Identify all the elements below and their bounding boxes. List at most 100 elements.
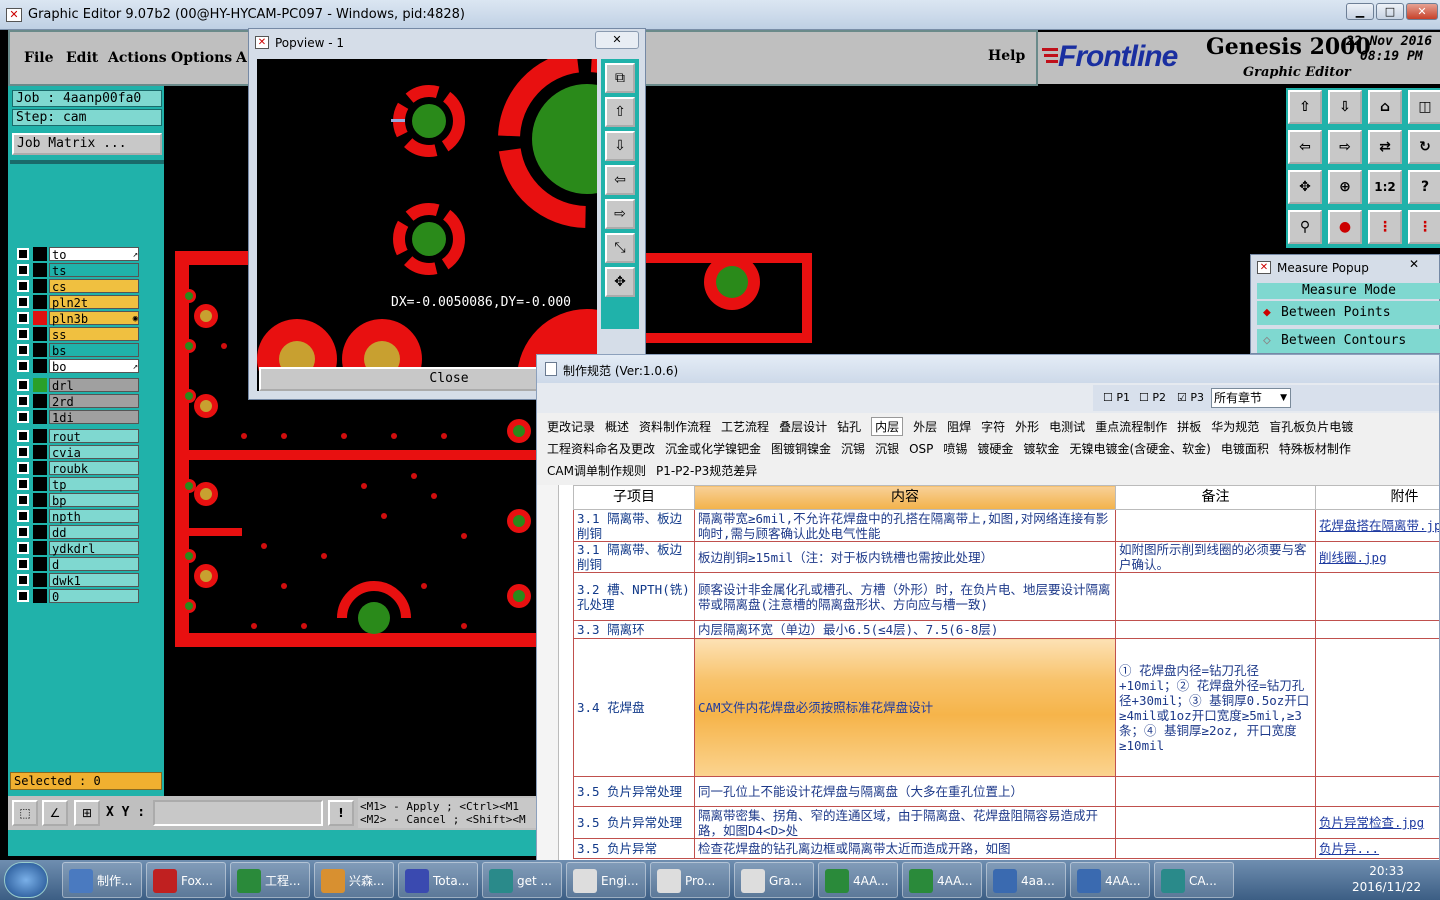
menu-actions[interactable]: Actions xyxy=(108,50,167,66)
swap-icon[interactable]: ⇄ xyxy=(1368,130,1402,164)
p1-checkbox[interactable]: ☐ P1 xyxy=(1103,391,1130,404)
tab-电镀面积[interactable]: 电镀面积 xyxy=(1221,440,1269,457)
layer-color-swatch[interactable] xyxy=(33,359,47,373)
layer-checkbox[interactable] xyxy=(17,312,29,324)
layer-color-swatch[interactable] xyxy=(33,429,47,443)
popview-close-x[interactable]: ✕ xyxy=(595,31,639,49)
layer-row-ss[interactable]: ss xyxy=(14,326,139,342)
layer-row-pln3b[interactable]: pln3b ◉ xyxy=(14,310,139,326)
layer-name[interactable]: roubk xyxy=(49,461,139,476)
probe-icon[interactable]: ● xyxy=(1328,210,1362,244)
table-row[interactable]: 3.5 负片异常处理 隔离带密集、拐角、窄的连通区域，由于隔离盘、花焊盘阻隔容易造… xyxy=(573,806,1439,839)
tab-钻孔[interactable]: 钻孔 xyxy=(837,418,861,435)
layer-checkbox[interactable] xyxy=(17,494,29,506)
tab-工程资料命名及更改[interactable]: 工程资料命名及更改 xyxy=(547,440,655,457)
layer-checkbox[interactable] xyxy=(17,446,29,458)
layer-color-swatch[interactable] xyxy=(33,247,47,261)
layer-color-swatch[interactable] xyxy=(33,295,47,309)
header-attach[interactable]: 附件 xyxy=(1315,485,1439,510)
job-matrix-button[interactable]: Job Matrix ... xyxy=(12,133,162,155)
layer-color-swatch[interactable] xyxy=(33,263,47,277)
cell-content[interactable]: 同一孔位上不能设计花焊盘与隔离盘（大多在重孔位置上） xyxy=(694,776,1116,807)
layer-row-rout[interactable]: rout xyxy=(14,428,139,444)
layer-name[interactable]: 1di xyxy=(49,410,139,425)
cell-attach[interactable]: 负片异... xyxy=(1315,838,1439,859)
scale-1-2-icon[interactable]: 1:2 xyxy=(1368,170,1402,204)
layer-name[interactable]: rout xyxy=(49,429,139,444)
layer-checkbox[interactable] xyxy=(17,510,29,522)
step-field[interactable]: Step: cam xyxy=(12,109,162,126)
taskbar-item[interactable]: 工程... xyxy=(230,862,310,898)
help-icon[interactable]: ? xyxy=(1408,170,1440,204)
cell-note[interactable] xyxy=(1115,620,1316,639)
cell-content[interactable]: 隔离带宽≥6mil,不允许花焊盘中的孔搭在隔离带上,如图,对网络连接有影响时,需… xyxy=(694,509,1116,542)
layer-checkbox[interactable] xyxy=(17,478,29,490)
net-alt-icon[interactable]: ⋮ xyxy=(1408,210,1440,244)
pan-down-tool-icon[interactable]: ⇩ xyxy=(1328,90,1362,124)
between-contours-option[interactable]: ◇ Between Contours xyxy=(1257,329,1440,353)
layer-row-bs[interactable]: bs xyxy=(14,342,139,358)
grid-tool-icon[interactable]: ⊞ xyxy=(74,800,100,826)
tab-CAM调单制作规则[interactable]: CAM调单制作规则 xyxy=(547,462,646,479)
table-row[interactable]: 3.1 隔离带、板边削铜 隔离带宽≥6mil,不允许花焊盘中的孔搭在隔离带上,如图… xyxy=(573,509,1439,542)
table-row[interactable]: 3.4 花焊盘 CAM文件内花焊盘必须按照标准花焊盘设计 ① 花焊盘内径=钻刀孔径+… xyxy=(573,638,1439,777)
cell-note[interactable] xyxy=(1115,806,1316,839)
taskbar-item[interactable]: get ... xyxy=(482,862,562,898)
header-sub[interactable]: 子项目 xyxy=(573,485,695,510)
layer-row-bp[interactable]: bp xyxy=(14,492,139,508)
layer-checkbox[interactable] xyxy=(17,296,29,308)
cell-sub[interactable]: 3.5 负片异常处理 xyxy=(573,806,695,839)
snap-tool-icon[interactable]: ⬚ xyxy=(12,800,38,826)
cell-sub[interactable]: 3.5 负片异常 xyxy=(573,838,695,859)
angle-tool-icon[interactable]: ∠ xyxy=(42,800,68,826)
table-row[interactable]: 3.1 隔离带、板边削铜 板边削铜≥15mil（注：对于板内铣槽也需按此处理） 如附… xyxy=(573,541,1439,573)
tab-字符[interactable]: 字符 xyxy=(981,418,1005,435)
layer-checkbox[interactable] xyxy=(17,264,29,276)
p3-checkbox[interactable]: ☑ P3 xyxy=(1177,391,1204,404)
layer-row-ts[interactable]: ts xyxy=(14,262,139,278)
menu-a[interactable]: A xyxy=(236,50,247,66)
layer-color-swatch[interactable] xyxy=(33,378,47,392)
layer-row-npth[interactable]: npth xyxy=(14,508,139,524)
cell-content[interactable]: 隔离带密集、拐角、窄的连通区域，由于隔离盘、花焊盘阻隔容易造成开路，如图D4<D… xyxy=(694,806,1116,839)
layer-name[interactable]: pln3b ◉ xyxy=(49,311,139,326)
cell-note[interactable]: 如附图所示削到线圈的必须要与客户确认。 xyxy=(1115,541,1316,573)
cell-attach[interactable] xyxy=(1315,572,1439,621)
layer-checkbox[interactable] xyxy=(17,462,29,474)
cell-note[interactable]: ① 花焊盘内径=钻刀孔径+10mil；② 花焊盘外径=钻刀孔径+30mil；③ … xyxy=(1115,638,1316,777)
cell-content[interactable]: 内层隔离环宽（单边）最小6.5(≤4层)、7.5(6-8层) xyxy=(694,620,1116,639)
taskbar-item[interactable]: Pro... xyxy=(650,862,730,898)
maximize-button[interactable]: □ xyxy=(1376,3,1404,20)
taskbar-item[interactable]: Engi... xyxy=(566,862,646,898)
measure-close-x[interactable]: ✕ xyxy=(1409,257,1419,271)
cell-attach[interactable]: 负片异常检查.jpg xyxy=(1315,806,1439,839)
table-row[interactable]: 3.5 负片异常处理 同一孔位上不能设计花焊盘与隔离盘（大多在重孔位置上） xyxy=(573,776,1439,807)
p2-checkbox[interactable]: ☐ P2 xyxy=(1139,391,1166,404)
layer-checkbox[interactable] xyxy=(17,280,29,292)
taskbar-item[interactable]: 4AA... xyxy=(902,862,982,898)
tab-外形[interactable]: 外形 xyxy=(1015,418,1039,435)
layer-checkbox[interactable] xyxy=(17,379,29,391)
layer-name[interactable]: bo ↗ xyxy=(49,359,139,374)
layer-name[interactable]: pln2t xyxy=(49,295,139,310)
layer-color-swatch[interactable] xyxy=(33,477,47,491)
zoom-fit-tool-icon[interactable]: ✥ xyxy=(1288,170,1322,204)
layer-name[interactable]: bs xyxy=(49,343,139,358)
layer-checkbox[interactable] xyxy=(17,411,29,423)
layer-name[interactable]: npth xyxy=(49,509,139,524)
taskbar-item[interactable]: Tota... xyxy=(398,862,478,898)
layer-name[interactable]: 2rd xyxy=(49,394,139,409)
table-row[interactable]: 3.3 隔离环 内层隔离环宽（单边）最小6.5(≤4层)、7.5(6-8层) xyxy=(573,620,1439,639)
home-icon[interactable]: ⌂ xyxy=(1368,90,1402,124)
layer-name[interactable]: ts xyxy=(49,263,139,278)
layer-color-swatch[interactable] xyxy=(33,445,47,459)
layer-row-d[interactable]: d xyxy=(14,556,139,572)
layer-color-swatch[interactable] xyxy=(33,410,47,424)
cell-content[interactable]: CAM文件内花焊盘必须按照标准花焊盘设计 xyxy=(694,638,1116,777)
header-note[interactable]: 备注 xyxy=(1115,485,1316,510)
layer-checkbox[interactable] xyxy=(17,360,29,372)
layer-checkbox[interactable] xyxy=(17,574,29,586)
tab-特殊板材制作[interactable]: 特殊板材制作 xyxy=(1279,440,1351,457)
table-row[interactable]: 3.2 槽、NPTH(铣)孔处理 顾客设计非金属化孔或槽孔、方槽（外形）时，在负片… xyxy=(573,572,1439,621)
pan-down-icon[interactable]: ⇩ xyxy=(605,131,635,161)
